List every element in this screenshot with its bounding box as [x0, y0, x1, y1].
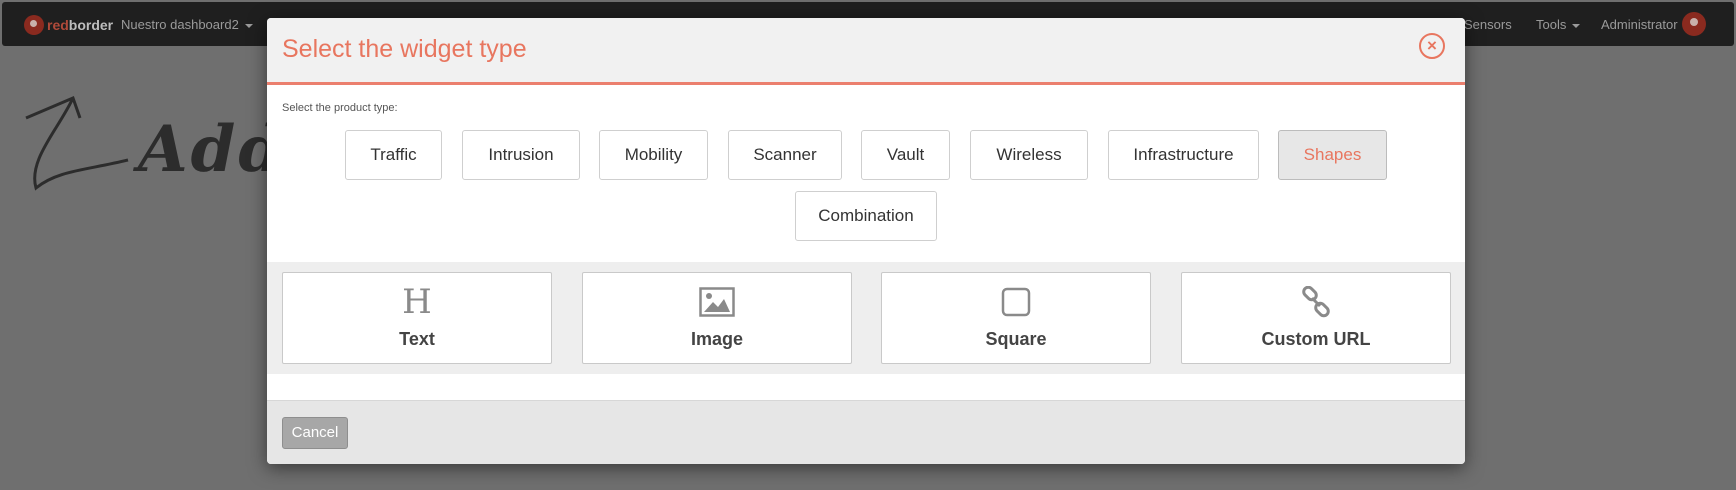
widget-text-label: Text — [399, 329, 435, 349]
dashboard-dropdown[interactable]: Nuestro dashboard2 — [121, 17, 253, 32]
product-type-infrastructure[interactable]: Infrastructure — [1108, 130, 1259, 180]
modal-header: Select the widget type × — [267, 18, 1465, 85]
widget-custom-url-card[interactable]: Custom URL — [1181, 272, 1451, 364]
link-icon — [1182, 284, 1450, 320]
cancel-button[interactable]: Cancel — [282, 417, 348, 449]
widget-text-card[interactable]: H Text — [282, 272, 552, 364]
brand-name-red: red — [47, 17, 69, 33]
product-type-combination[interactable]: Combination — [795, 191, 937, 241]
product-type-wireless[interactable]: Wireless — [970, 130, 1088, 180]
nav-sensors[interactable]: Sensors — [1464, 17, 1512, 32]
curved-arrow-icon — [25, 95, 129, 191]
product-type-scanner[interactable]: Scanner — [728, 130, 842, 180]
widget-image-label: Image — [690, 329, 744, 349]
product-type-vault[interactable]: Vault — [861, 130, 950, 180]
brand-logo[interactable]: red border — [24, 15, 113, 35]
widget-image-card[interactable]: Image — [582, 272, 852, 364]
background-add-text: Add — [138, 112, 287, 187]
brand-name-white: border — [68, 17, 114, 33]
caret-down-icon — [244, 23, 253, 28]
modal-footer: Cancel — [267, 400, 1465, 464]
widget-custom-url-label: Custom URL — [1261, 329, 1371, 349]
widget-type-modal: Select the widget type × Select the prod… — [267, 18, 1465, 464]
dashboard-dropdown-label: Nuestro dashboard2 — [121, 17, 239, 32]
widget-square-card[interactable]: Square — [881, 272, 1151, 364]
product-type-shapes[interactable]: Shapes — [1278, 130, 1387, 180]
image-icon — [583, 284, 851, 320]
tools-dropdown[interactable]: Tools — [1536, 17, 1581, 32]
product-type-traffic[interactable]: Traffic — [345, 130, 442, 180]
widget-square-label: Square — [985, 329, 1047, 349]
product-type-label: Select the product type: — [282, 102, 398, 114]
tools-dropdown-label: Tools — [1536, 17, 1567, 32]
square-icon — [882, 284, 1150, 320]
redborder-logo-icon — [24, 15, 44, 35]
widget-options-area: H Text Image Square Custom URL — [267, 262, 1465, 374]
heading-icon: H — [402, 282, 432, 322]
avatar[interactable] — [1682, 12, 1706, 36]
close-button[interactable]: × — [1419, 33, 1445, 59]
product-type-intrusion[interactable]: Intrusion — [462, 130, 580, 180]
nav-sensors-label: Sensors — [1464, 17, 1512, 32]
product-type-mobility[interactable]: Mobility — [599, 130, 708, 180]
caret-down-icon — [1572, 23, 1581, 28]
user-menu[interactable]: Administrator — [1601, 17, 1678, 32]
user-menu-label: Administrator — [1601, 17, 1678, 32]
modal-title: Select the widget type — [282, 35, 527, 63]
